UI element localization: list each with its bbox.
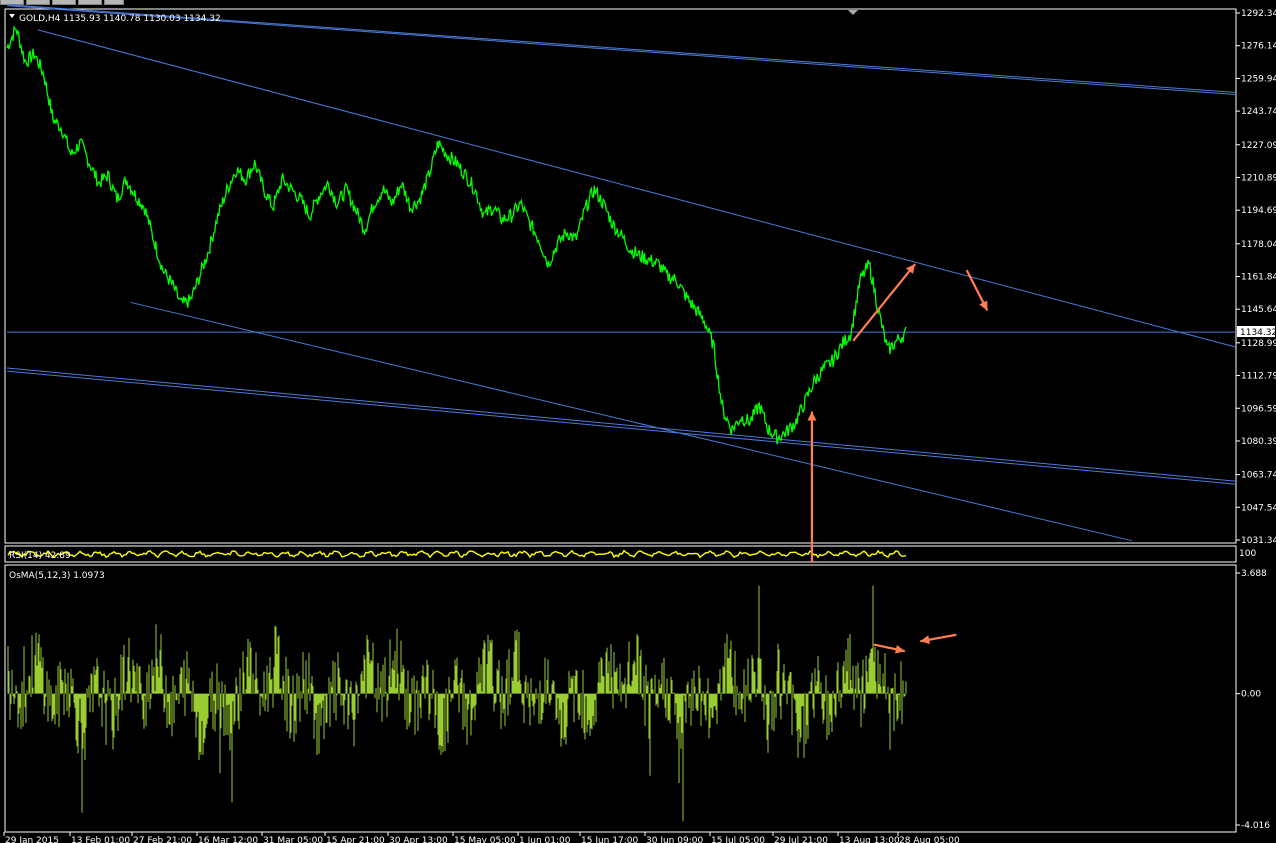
time-tick-label: 13 Aug 13:00: [839, 836, 900, 843]
price-tick-label: 1243.74: [1241, 107, 1276, 117]
price-series-layer: [6, 24, 907, 445]
time-tick-label: 30 Apr 13:00: [389, 836, 448, 843]
trendline-channel-lower[interactable]: [130, 301, 1132, 542]
price-tick-label: 1112.79: [1241, 372, 1276, 382]
time-tick-label: 1 Jun 01:00: [519, 836, 571, 843]
price-tick-label: 1063.74: [1241, 471, 1276, 481]
osma-tick-label: -4.016: [1241, 821, 1270, 831]
time-tick-label: 31 Mar 05:00: [263, 836, 323, 843]
osma-tick-label: 3.688: [1241, 569, 1267, 579]
osma-bars-layer: [7, 585, 907, 822]
time-tick-label: 15 Jul 05:00: [711, 836, 765, 843]
trendline-lower-outer[interactable]: [6, 370, 1236, 485]
time-tick-label: 29 Jan 2015: [5, 836, 59, 843]
annotation-down-arrow-1[interactable]: [965, 269, 989, 312]
time-tick-label: 15 Apr 21:00: [326, 836, 385, 843]
osma-header: OsMA(5,12,3) 1.0973: [9, 571, 105, 581]
symbol-header: GOLD,H4 1135.93 1140.78 1130.03 1134.32: [19, 14, 221, 24]
time-tick-label: 16 Mar 12:00: [198, 836, 258, 843]
annotation-vertical-arrow[interactable]: [807, 411, 817, 563]
price-series-line[interactable]: [6, 24, 907, 445]
price-tick-label: 1194.69: [1241, 206, 1276, 216]
price-tick-label: 1128.99: [1241, 339, 1276, 349]
price-tick-label: 1227.09: [1241, 141, 1276, 151]
trendline-channel-upper[interactable]: [37, 29, 1236, 348]
trendline-lower-outer-2[interactable]: [6, 367, 1236, 482]
price-tick-label: 1145.64: [1241, 305, 1276, 315]
price-tick-label: 1047.54: [1241, 503, 1276, 513]
price-tick-label: 1161.84: [1241, 273, 1276, 283]
time-tick-label: 15 Jun 17:00: [581, 836, 638, 843]
annotation-osma-arrow-left[interactable]: [920, 633, 957, 645]
price-tick-label: 1096.59: [1241, 404, 1276, 414]
main-pane-frame: [4, 8, 1237, 544]
price-tick-label: 1259.94: [1241, 74, 1276, 84]
trendline-layer: [6, 4, 1236, 542]
time-tick-label: 27 Feb 21:00: [133, 836, 192, 843]
chart-shift-marker-icon[interactable]: [848, 10, 858, 15]
price-tick-label: 1080.39: [1241, 437, 1276, 447]
osma-tick-label: 0.00: [1241, 690, 1261, 700]
time-tick-label: 13 Feb 01:00: [71, 836, 130, 843]
chart-canvas[interactable]: 1292.34 1276.14 1259.94 1243.74 1227.09 1210.…: [0, 0, 1276, 843]
rsi-tick-label: 100: [1239, 549, 1256, 559]
time-tick-label: 28 Aug 05:00: [899, 836, 960, 843]
rsi-header: RSI(14) 42.89: [9, 551, 71, 561]
rsi-series-line[interactable]: [7, 549, 907, 559]
chart-menu-triangle-icon[interactable]: [9, 14, 15, 18]
current-price-label: 1134.32: [1240, 328, 1276, 338]
price-tick-label: 1276.14: [1241, 42, 1276, 52]
time-tick-label: 30 Jun 09:00: [646, 836, 703, 843]
rsi-series-layer: [7, 549, 907, 559]
time-tick-label: 15 May 05:00: [454, 836, 516, 843]
time-tick-label: 29 Jul 21:00: [774, 836, 828, 843]
price-tick-label: 1292.34: [1241, 9, 1276, 19]
price-tick-label: 1178.04: [1241, 240, 1276, 250]
price-tick-label: 1210.89: [1241, 173, 1276, 183]
price-tick-label: 1031.34: [1241, 536, 1276, 546]
